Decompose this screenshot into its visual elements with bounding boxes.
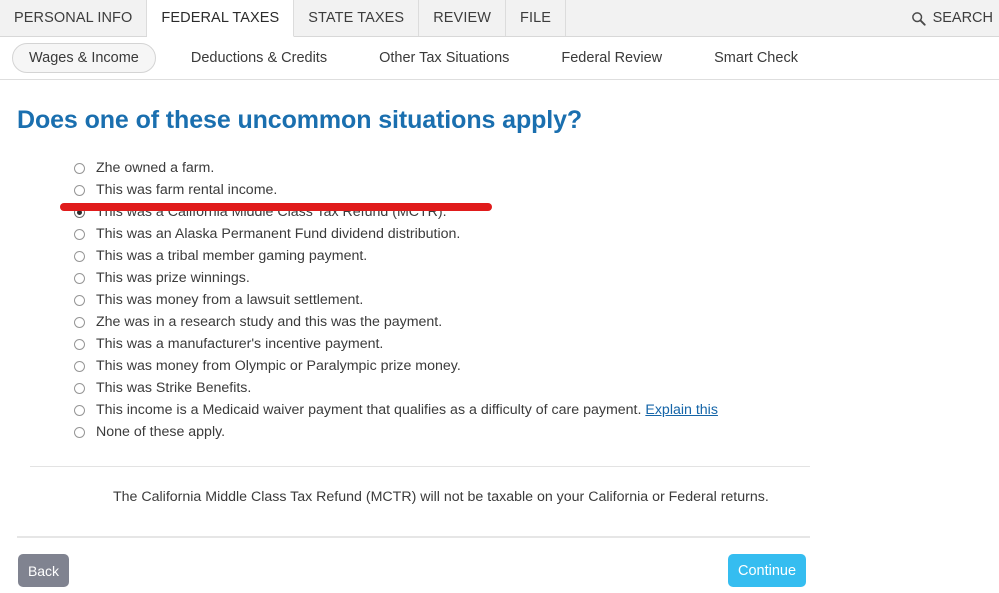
- radio-button[interactable]: [74, 229, 85, 240]
- footer-actions: Back Continue: [0, 554, 999, 593]
- uncommon-situations-radio-group: Zhe owned a farm. This was farm rental i…: [0, 158, 999, 444]
- radio-option-label: This was a California Middle Class Tax R…: [96, 204, 447, 220]
- subnav-item-wages-income[interactable]: Wages & Income: [12, 43, 156, 73]
- subnav-item-federal-review[interactable]: Federal Review: [544, 43, 679, 73]
- tab-file[interactable]: FILE: [506, 0, 567, 36]
- radio-option-label: This was money from Olympic or Paralympi…: [96, 358, 461, 374]
- tab-label: PERSONAL INFO: [14, 10, 133, 26]
- back-button[interactable]: Back: [18, 554, 69, 587]
- radio-option-tribal-gaming-payment[interactable]: This was a tribal member gaming payment.: [0, 246, 999, 268]
- radio-button[interactable]: [74, 405, 85, 416]
- radio-option-strike-benefits[interactable]: This was Strike Benefits.: [0, 378, 999, 400]
- radio-option-label: Zhe owned a farm.: [96, 160, 215, 176]
- radio-option-lawsuit-settlement[interactable]: This was money from a lawsuit settlement…: [0, 290, 999, 312]
- tab-review[interactable]: REVIEW: [419, 0, 507, 36]
- main-content: Does one of these uncommon situations ap…: [0, 106, 999, 593]
- mctr-note-text: The California Middle Class Tax Refund (…: [113, 489, 769, 505]
- subnav-item-deductions-credits[interactable]: Deductions & Credits: [174, 43, 344, 73]
- app-window: PERSONAL INFO FEDERAL TAXES STATE TAXES …: [0, 0, 999, 593]
- tab-personal-info[interactable]: PERSONAL INFO: [0, 0, 148, 36]
- radio-button[interactable]: [74, 251, 85, 262]
- main-tab-bar: PERSONAL INFO FEDERAL TAXES STATE TAXES …: [0, 0, 999, 37]
- subnav-label: Deductions & Credits: [190, 50, 328, 66]
- subnav-label: Wages & Income: [29, 50, 139, 66]
- content-divider-bottom: [17, 536, 810, 538]
- radio-option-olympic-prize-money[interactable]: This was money from Olympic or Paralympi…: [0, 356, 999, 378]
- radio-button[interactable]: [74, 427, 85, 438]
- radio-button[interactable]: [74, 163, 85, 174]
- radio-option-label: This was farm rental income.: [96, 182, 278, 198]
- subnav-label: Smart Check: [714, 50, 798, 66]
- tab-label: REVIEW: [433, 10, 492, 26]
- explain-this-link[interactable]: Explain this: [645, 402, 718, 418]
- radio-option-prize-winnings[interactable]: This was prize winnings.: [0, 268, 999, 290]
- radio-button[interactable]: [74, 185, 85, 196]
- radio-option-farm-owned[interactable]: Zhe owned a farm.: [0, 158, 999, 180]
- radio-option-label: This was a manufacturer's incentive paym…: [96, 336, 384, 352]
- radio-option-california-mctr[interactable]: This was a California Middle Class Tax R…: [0, 202, 999, 224]
- subnav-label: Federal Review: [561, 50, 663, 66]
- radio-option-label: This was a tribal member gaming payment.: [96, 248, 368, 264]
- radio-button[interactable]: [74, 383, 85, 394]
- subnav-label: Other Tax Situations: [379, 50, 510, 66]
- radio-option-label: This income is a Medicaid waiver payment…: [96, 402, 642, 418]
- radio-option-label: This was prize winnings.: [96, 270, 250, 286]
- radio-option-label: None of these apply.: [96, 424, 226, 440]
- tab-state-taxes[interactable]: STATE TAXES: [294, 0, 420, 36]
- radio-option-farm-rental-income[interactable]: This was farm rental income.: [0, 180, 999, 202]
- continue-button[interactable]: Continue: [728, 554, 806, 587]
- content-divider-top: [30, 466, 810, 467]
- subnav-item-other-tax-situations[interactable]: Other Tax Situations: [362, 43, 526, 73]
- radio-button-selected[interactable]: [74, 207, 85, 218]
- radio-option-none-of-these[interactable]: None of these apply.: [0, 422, 999, 444]
- tab-bar-spacer: [566, 0, 901, 36]
- radio-button[interactable]: [74, 317, 85, 328]
- tab-label: FEDERAL TAXES: [161, 10, 280, 26]
- radio-button[interactable]: [74, 339, 85, 350]
- tab-label: FILE: [520, 10, 552, 26]
- radio-button[interactable]: [74, 295, 85, 306]
- radio-option-manufacturer-incentive[interactable]: This was a manufacturer's incentive paym…: [0, 334, 999, 356]
- radio-button[interactable]: [74, 361, 85, 372]
- radio-option-label: This was Strike Benefits.: [96, 380, 252, 396]
- radio-option-label: Zhe was in a research study and this was…: [96, 314, 443, 330]
- tab-federal-taxes[interactable]: FEDERAL TAXES: [147, 0, 295, 37]
- radio-option-medicaid-waiver-payment[interactable]: This income is a Medicaid waiver payment…: [0, 400, 999, 422]
- tab-label: STATE TAXES: [308, 10, 405, 26]
- radio-option-research-study-payment[interactable]: Zhe was in a research study and this was…: [0, 312, 999, 334]
- sub-navigation-bar: Wages & Income Deductions & Credits Othe…: [0, 37, 999, 80]
- radio-option-alaska-permanent-fund[interactable]: This was an Alaska Permanent Fund divide…: [0, 224, 999, 246]
- radio-option-label: This was money from a lawsuit settlement…: [96, 292, 364, 308]
- search-label: SEARCH: [932, 10, 993, 26]
- search-icon: [911, 11, 926, 26]
- search-button[interactable]: SEARCH: [900, 0, 999, 36]
- radio-option-label: This was an Alaska Permanent Fund divide…: [96, 226, 461, 242]
- subnav-item-smart-check[interactable]: Smart Check: [697, 43, 815, 73]
- radio-option-label-group: This income is a Medicaid waiver payment…: [96, 400, 718, 422]
- page-title: Does one of these uncommon situations ap…: [17, 106, 583, 134]
- radio-button[interactable]: [74, 273, 85, 284]
